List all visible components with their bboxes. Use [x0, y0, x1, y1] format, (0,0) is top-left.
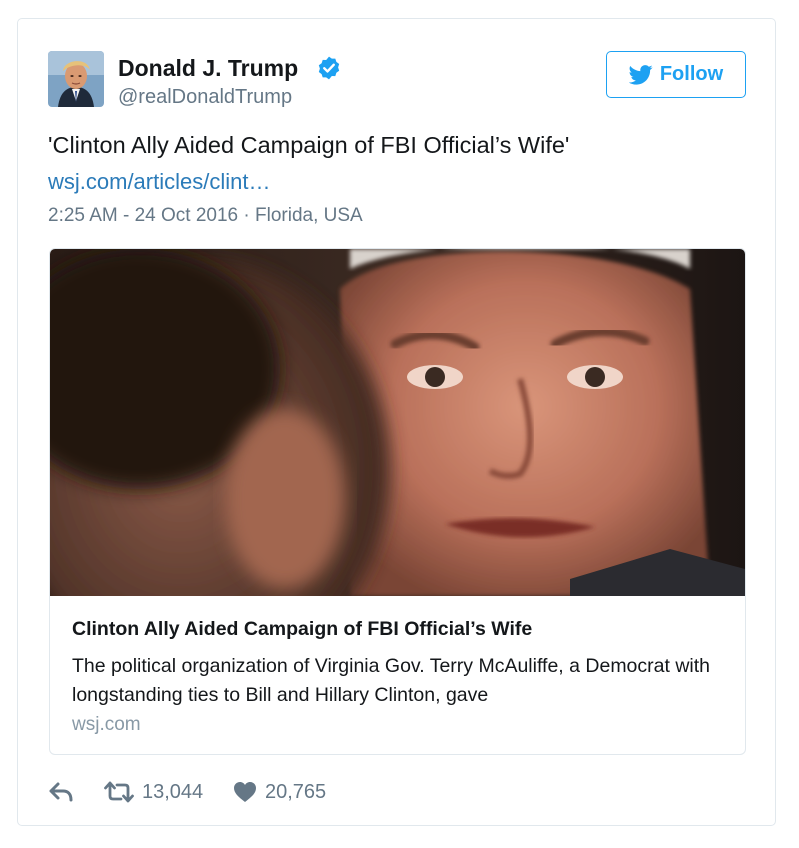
tweet-card: Donald J. Trump @realDonaldTrump Follow …: [17, 18, 776, 826]
tweet-timestamp[interactable]: 2:25 AM - 24 Oct 2016: [48, 205, 238, 226]
twitter-bird-icon: [628, 64, 653, 85]
card-image[interactable]: [50, 249, 745, 596]
tweet-meta: 2:25 AM - 24 Oct 2016 · Florida, USA: [48, 205, 363, 227]
follow-button[interactable]: Follow: [606, 51, 746, 98]
author-name[interactable]: Donald J. Trump: [118, 55, 298, 82]
retweet-button[interactable]: 13,044: [104, 779, 203, 805]
meta-separator: ·: [243, 205, 250, 226]
like-button[interactable]: 20,765: [233, 779, 326, 805]
link-preview-card[interactable]: Clinton Ally Aided Campaign of FBI Offic…: [49, 248, 746, 755]
like-count: 20,765: [265, 780, 327, 803]
tweet-link[interactable]: wsj.com/articles/clint…: [48, 169, 270, 195]
author-handle[interactable]: @realDonaldTrump: [118, 86, 292, 109]
tweet-location[interactable]: Florida, USA: [255, 205, 363, 226]
retweet-icon: [104, 781, 134, 803]
reply-button[interactable]: [48, 779, 74, 805]
verified-badge-icon: [318, 56, 340, 80]
avatar[interactable]: [48, 51, 104, 107]
card-domain: wsj.com: [72, 714, 141, 735]
retweet-count: 13,044: [142, 780, 204, 803]
reply-icon: [49, 782, 73, 802]
heart-icon: [234, 782, 256, 802]
tweet-text: 'Clinton Ally Aided Campaign of FBI Offi…: [48, 132, 570, 158]
card-title: Clinton Ally Aided Campaign of FBI Offic…: [72, 618, 533, 640]
card-description: The political organization of Virginia G…: [72, 655, 711, 706]
follow-label: Follow: [659, 63, 724, 85]
